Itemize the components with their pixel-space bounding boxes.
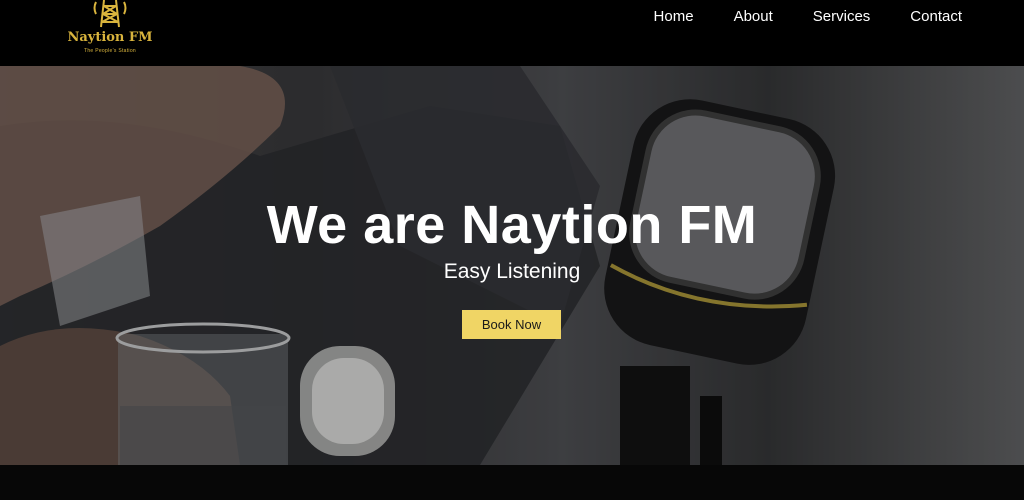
hero-title: We are Naytion FM <box>266 195 758 255</box>
nav-services[interactable]: Services <box>813 8 871 25</box>
nav-home[interactable]: Home <box>654 8 694 25</box>
hero-subtitle: Easy Listening <box>443 260 581 283</box>
logo-name: Naytion FM <box>67 30 153 45</box>
logo-tagline: The People's Station <box>84 48 136 54</box>
main-nav: Home About Services Contact <box>654 8 962 25</box>
footer-strip <box>0 465 1024 500</box>
site-header: Naytion FM The People's Station Home Abo… <box>0 0 1024 66</box>
logo[interactable]: Naytion FM The People's Station <box>60 0 160 60</box>
book-now-button[interactable]: Book Now <box>462 310 561 339</box>
nav-contact[interactable]: Contact <box>910 8 962 25</box>
nav-about[interactable]: About <box>734 8 773 25</box>
hero-section: We are Naytion FM Easy Listening Book No… <box>0 66 1024 465</box>
radio-tower-icon <box>93 0 127 28</box>
